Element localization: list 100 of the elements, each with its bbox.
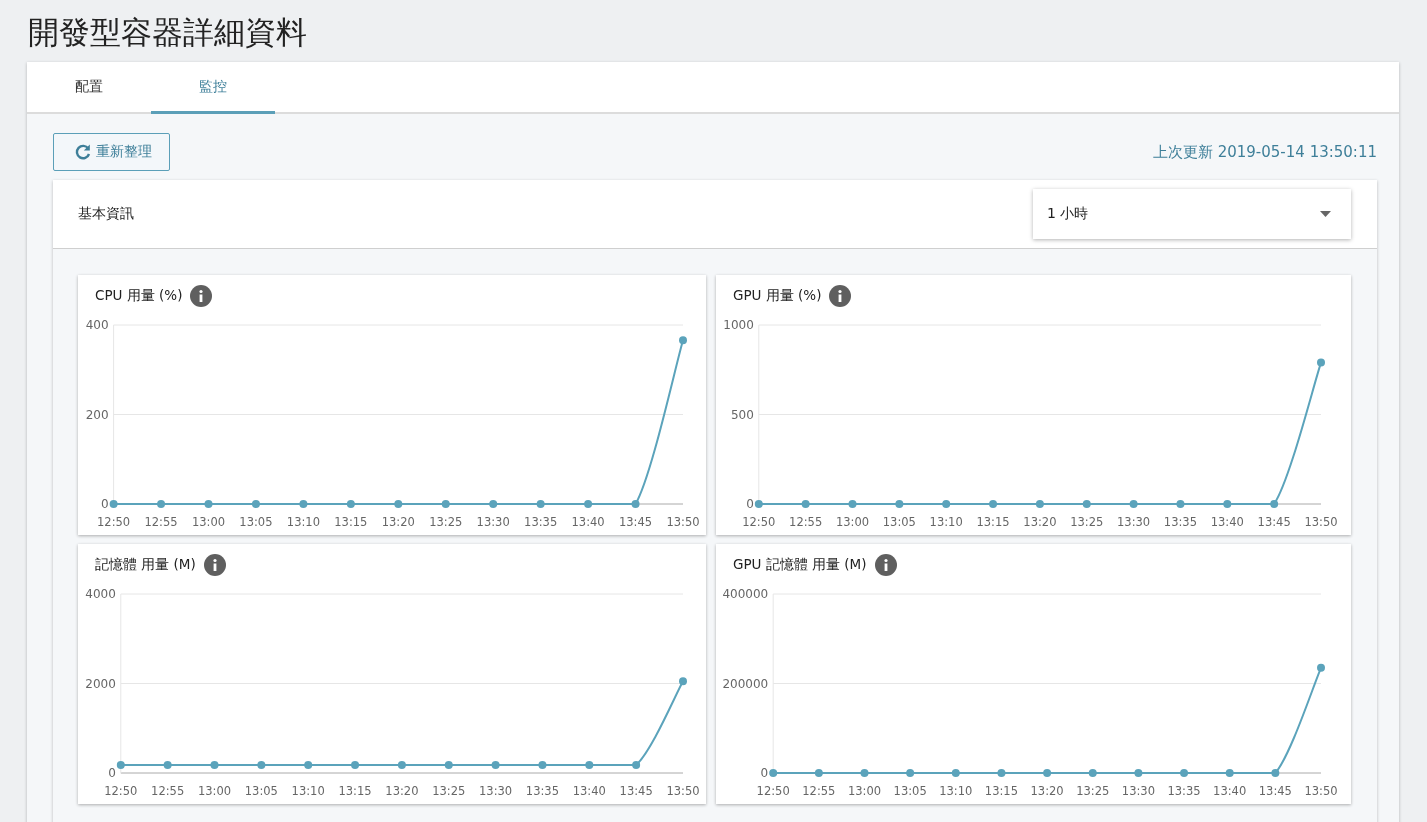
axis-label: 13:35	[525, 784, 560, 798]
data-point	[346, 500, 355, 508]
axis-label: 13:20	[381, 515, 415, 529]
axis-label: 13:50	[1304, 515, 1338, 529]
axis-label: 13:00	[847, 784, 882, 798]
axis-label: 13:25	[1076, 784, 1110, 798]
data-point	[116, 760, 125, 769]
chart-title: GPU 用量 (%)	[733, 287, 822, 305]
data-point	[848, 500, 857, 508]
axis-label: 1000	[723, 318, 754, 332]
axis-label: 13:45	[1257, 515, 1291, 529]
data-point	[906, 769, 915, 777]
data-point	[631, 500, 640, 508]
data-point	[584, 500, 593, 508]
data-point	[538, 760, 547, 769]
axis-label: 13:15	[984, 784, 1019, 798]
chart-title: CPU 用量 (%)	[95, 287, 183, 305]
data-point	[679, 677, 687, 686]
data-point	[1134, 769, 1143, 777]
data-point	[1317, 358, 1325, 367]
axis-label: 0	[760, 766, 769, 780]
caret-icon	[1320, 211, 1331, 217]
dropdown-value: 1 小時	[1047, 205, 1089, 223]
refresh-button[interactable]: 重新整理	[53, 133, 170, 171]
axis-label: 13:00	[197, 784, 232, 798]
tab[interactable]: 監控	[151, 62, 275, 114]
axis-label: 500	[730, 407, 754, 422]
axis-label: 13:40	[572, 784, 606, 798]
axis-label: 13:05	[244, 784, 278, 798]
data-point	[942, 500, 951, 508]
axis-label: 400000	[722, 587, 769, 601]
data-point	[109, 500, 118, 508]
time-range-dropdown[interactable]: 1 小時	[1033, 189, 1351, 239]
info-icon[interactable]	[829, 285, 852, 307]
data-point	[351, 760, 360, 769]
axis-label: 13:15	[338, 784, 372, 798]
axis-label: 13:20	[1023, 515, 1057, 529]
data-point	[895, 500, 904, 508]
tab[interactable]: 配置	[27, 62, 151, 114]
data-point	[1088, 769, 1097, 777]
data-point	[299, 500, 308, 508]
axis-label: 13:35	[1167, 784, 1201, 798]
data-point	[210, 760, 219, 769]
data-point	[1176, 500, 1185, 508]
data-point	[163, 760, 172, 769]
axis-label: 13:25	[429, 515, 463, 529]
axis-label: 0	[108, 766, 116, 780]
data-point	[157, 500, 166, 508]
data-point	[1129, 500, 1138, 508]
data-point	[1043, 769, 1052, 777]
axis-label: 12:55	[802, 784, 836, 798]
axis-label: 13:10	[291, 784, 325, 798]
axis-label: 0	[100, 497, 109, 511]
axis-label: 13:10	[929, 515, 963, 529]
chart-title: GPU 記憶體 用量 (M)	[733, 556, 867, 574]
data-point	[754, 500, 763, 508]
axis-label: 13:05	[882, 515, 916, 529]
axis-label: 200	[85, 407, 109, 422]
axis-label: 12:50	[742, 515, 776, 529]
axis-label: 13:45	[618, 515, 653, 529]
data-point	[441, 500, 450, 508]
axis-label: 13:40	[1213, 784, 1247, 798]
axis-label: 13:35	[524, 515, 558, 529]
data-point	[989, 500, 998, 508]
data-point	[536, 500, 545, 508]
axis-label: 13:15	[334, 515, 368, 529]
axis-label: 200000	[722, 676, 769, 691]
data-point	[1271, 769, 1280, 777]
axis-label: 13:45	[619, 784, 653, 798]
axis-label: 13:10	[286, 515, 320, 529]
panel-title: 基本資訊	[78, 205, 134, 223]
data-point	[997, 769, 1006, 777]
axis-label: 12:55	[789, 515, 823, 529]
data-point	[394, 500, 403, 508]
axis-label: 13:25	[1070, 515, 1104, 529]
axis-label: 13:20	[385, 784, 419, 798]
info-icon[interactable]	[190, 285, 213, 307]
axis-label: 13:30	[479, 784, 513, 798]
axis-label: 400	[85, 318, 109, 332]
axis-label: 12:50	[97, 515, 131, 529]
data-point	[585, 760, 594, 769]
data-point	[814, 769, 823, 777]
last-updated-text: 上次更新 2019-05-14 13:50:11	[1152, 142, 1377, 162]
data-point	[1180, 769, 1189, 777]
data-point	[632, 760, 641, 769]
data-point	[1270, 500, 1279, 508]
axis-label: 13:15	[976, 515, 1010, 529]
data-point	[397, 760, 406, 769]
axis-label: 13:30	[1121, 784, 1155, 798]
axis-label: 13:30	[1117, 515, 1151, 529]
axis-label: 13:00	[191, 515, 226, 529]
info-icon[interactable]	[874, 554, 897, 576]
info-icon[interactable]	[203, 554, 226, 576]
data-point	[860, 769, 869, 777]
data-point	[489, 500, 498, 508]
data-point	[801, 500, 810, 508]
axis-label: 13:35	[1163, 515, 1198, 529]
data-point	[1035, 500, 1044, 508]
data-point	[444, 760, 453, 769]
page-title: 開發型容器詳細資料	[27, 13, 308, 52]
